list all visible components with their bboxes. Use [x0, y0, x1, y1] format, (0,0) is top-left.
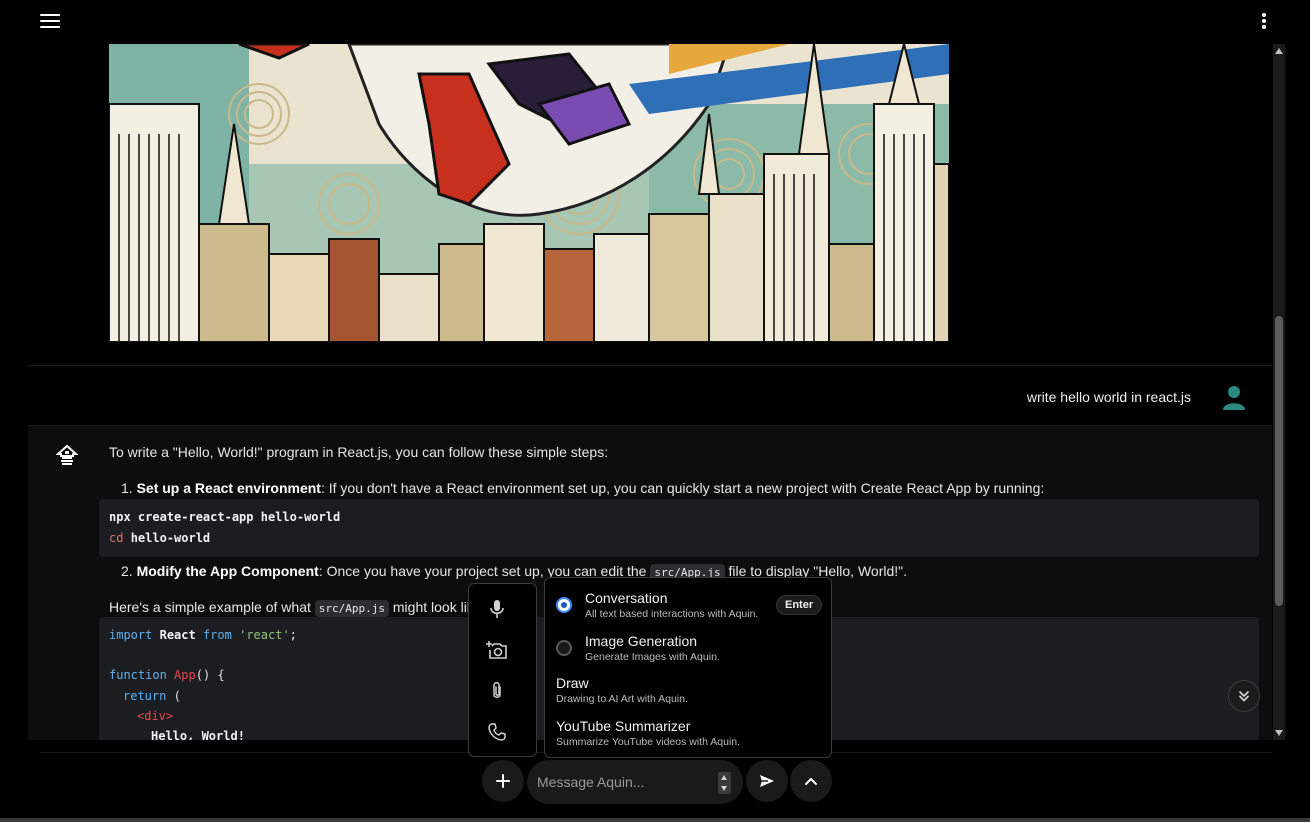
add-button[interactable] [482, 760, 524, 802]
expand-button[interactable] [790, 760, 832, 802]
chevron-up-icon [805, 778, 817, 785]
inline-code: src/App.js [314, 600, 389, 617]
double-chevron-down-icon [1239, 691, 1249, 702]
stepper-down-icon[interactable] [721, 786, 727, 791]
scroll-up-arrow-icon[interactable] [1275, 48, 1283, 54]
code-keyword: cd [109, 531, 124, 545]
mode-title: Conversation [585, 590, 668, 606]
mode-description: Generate Images with Aquin. [585, 651, 720, 663]
mode-option-image-generation[interactable]: Image Generation Generate Images with Aq… [545, 623, 831, 663]
user-avatar-icon[interactable] [1220, 383, 1248, 411]
scrollbar-thumb[interactable] [1275, 316, 1283, 606]
chat-scrollbar[interactable] [1273, 44, 1285, 740]
code-function-name: App [174, 668, 196, 682]
microphone-icon[interactable] [486, 598, 508, 620]
code-block-shell[interactable]: npx create-react-app hello-world cd hell… [99, 499, 1259, 557]
step-2-number: 2. [121, 563, 133, 579]
example-intro: Here's a simple example of what src/App.… [109, 599, 474, 617]
send-button[interactable] [746, 760, 788, 802]
code-line: <div> [137, 709, 173, 723]
window-bottom-border [0, 818, 1310, 822]
step-2-title: Modify the App Component [136, 563, 319, 579]
code-text: () { [195, 668, 225, 682]
code-keyword: function [109, 668, 167, 682]
top-bar [0, 0, 1310, 44]
add-photo-icon[interactable] [486, 639, 508, 661]
code-line: function App() { [109, 668, 225, 682]
separator [28, 365, 1272, 366]
example-text-post: might look lik [389, 599, 474, 615]
enter-shortcut-badge: Enter [776, 595, 823, 615]
code-line: Hello, World! [151, 729, 245, 740]
hamburger-menu-icon[interactable] [40, 14, 60, 30]
code-text: Hello, World! [151, 729, 245, 740]
mode-description: All text based interactions with Aquin. [585, 608, 759, 620]
code-tag: <div> [137, 709, 174, 723]
code-keyword: import [109, 628, 153, 642]
response-intro: To write a "Hello, World!" program in Re… [109, 444, 609, 460]
mode-title: YouTube Summarizer [556, 718, 691, 734]
stepper-up-icon[interactable] [721, 775, 727, 780]
code-text: ( [166, 689, 181, 703]
code-text: ; [289, 628, 297, 642]
message-input-container [527, 760, 743, 804]
code-keyword: return [123, 689, 167, 703]
input-stepper[interactable] [718, 772, 731, 794]
user-message-text: write hello world in react.js [1026, 389, 1191, 405]
generated-image [109, 44, 949, 342]
assistant-logo-icon [55, 444, 79, 468]
scroll-to-bottom-button[interactable] [1228, 680, 1260, 712]
mode-option-conversation[interactable]: Conversation All text based interactions… [545, 580, 831, 620]
code-line: import React from 'react'; [109, 628, 297, 642]
code-line: return ( [123, 689, 181, 703]
mode-option-youtube-summarizer[interactable]: YouTube Summarizer Summarize YouTube vid… [545, 708, 831, 748]
more-vertical-icon[interactable] [1254, 12, 1274, 32]
step-1-text: : If you don't have a React environment … [320, 480, 1045, 496]
plus-icon [496, 774, 510, 788]
tools-popover [468, 583, 537, 757]
step-1-title: Set up a React environment [136, 480, 321, 496]
send-icon [760, 775, 774, 787]
radio-selected-icon[interactable] [556, 597, 572, 613]
code-text: hello-world [130, 531, 211, 545]
example-text-pre: Here's a simple example of what [109, 599, 315, 615]
code-text: npx create-react-app hello-world [109, 510, 341, 524]
message-input[interactable] [537, 770, 712, 794]
code-string: 'react' [239, 628, 290, 642]
user-message-row: write hello world in react.js [28, 367, 1272, 425]
radio-unselected-icon[interactable] [556, 640, 572, 656]
step-1-number: 1. [121, 480, 133, 496]
mode-description: Summarize YouTube videos with Aquin. [556, 736, 741, 748]
step-1: 1. Set up a React environment: If you do… [121, 480, 1044, 496]
phone-icon[interactable] [486, 721, 508, 743]
attachment-icon[interactable] [486, 680, 508, 702]
code-keyword: from [202, 628, 232, 642]
code-text: React [159, 628, 196, 642]
mode-title: Draw [556, 675, 589, 691]
mode-description: Drawing to AI Art with Aquin. [556, 693, 688, 705]
mode-title: Image Generation [585, 633, 698, 649]
scroll-down-arrow-icon[interactable] [1275, 730, 1283, 736]
mode-option-draw[interactable]: Draw Drawing to AI Art with Aquin. [545, 665, 831, 705]
code-line: npx create-react-app hello-world [109, 510, 340, 524]
code-line: cd hello-world [109, 531, 210, 545]
mode-menu: Conversation All text based interactions… [544, 577, 832, 758]
